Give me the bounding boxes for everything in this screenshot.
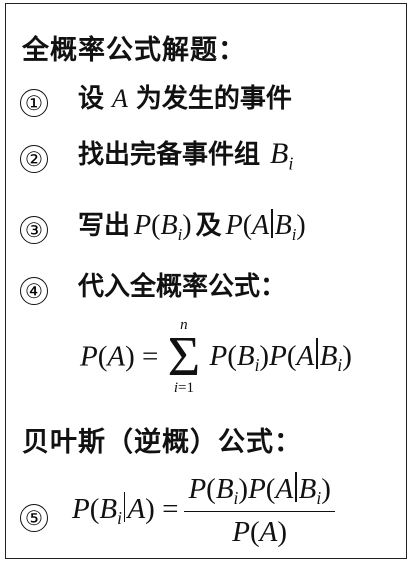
step-4: ④ 代入全概率公式：: [20, 266, 287, 306]
step-4-number: ④: [20, 277, 48, 306]
step-3-number: ③: [20, 216, 48, 245]
bayes-formula: P(Bi A) = P(Bi)P(A Bi) P(A): [72, 472, 335, 549]
step-3-formula-2: P(A Bi): [225, 208, 306, 244]
total-probability-formula: P(A) = n Σ i=1 P(Bi)P(A Bi): [80, 317, 352, 396]
step-3-text: 写出: [78, 211, 131, 241]
heading-total-probability: 全概率公式解题：: [22, 35, 246, 66]
step-1-number: ①: [20, 89, 48, 118]
step-1-text-after: 为发生的事件: [135, 84, 292, 114]
step-3-mid-text: 及: [195, 211, 222, 241]
heading-bayes: 贝叶斯（逆概）公式：: [22, 427, 302, 458]
step-3-formula-1: P(Bi): [134, 210, 192, 244]
step-3: ③ 写出 P(Bi) 及 P(A Bi): [20, 205, 306, 245]
step-2-text: 找出完备事件组: [78, 140, 261, 170]
step-4-text: 代入全概率公式：: [78, 272, 287, 302]
step-5: ⑤ P(Bi A) = P(Bi)P(A Bi) P(A): [20, 472, 335, 549]
step-5-number: ⑤: [20, 503, 48, 532]
step-1-text: 设: [78, 84, 105, 114]
step-2-variable: Bi: [270, 137, 294, 174]
step-2: ② 找出完备事件组 Bi: [20, 134, 293, 174]
summation-symbol: n Σ i=1: [167, 317, 201, 396]
step-2-number: ②: [20, 145, 48, 174]
step-1-variable: A: [112, 84, 128, 113]
bayes-fraction: P(Bi)P(A Bi) P(A): [184, 472, 335, 549]
step-1: ① 设 A 为发生的事件: [20, 78, 292, 118]
